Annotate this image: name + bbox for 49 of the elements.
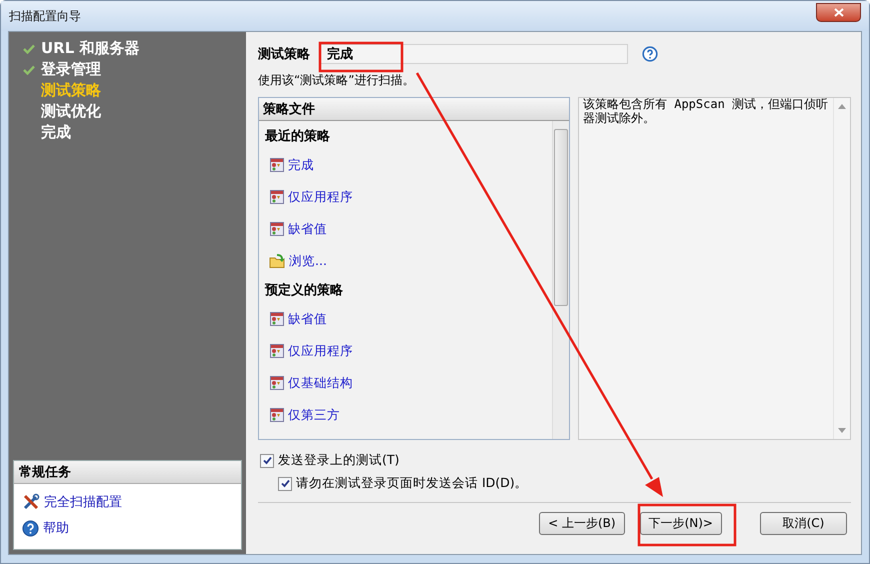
policy-item[interactable]: 仅应用程序 [263, 335, 548, 367]
group-title: 预定义的策略 [264, 282, 344, 300]
document-icon [269, 343, 285, 359]
wizard-button[interactable]: 下一步(N)> [640, 512, 722, 535]
wizard-step: URL 和服务器 [41, 39, 140, 58]
checkbox-label[interactable]: 请勿在测试登录页面时发送会话 ID(D)。 [260, 475, 851, 492]
checkmark-icon [23, 64, 35, 74]
document-icon [269, 221, 285, 237]
window-title: 扫描配置向导 [9, 8, 81, 24]
wizard-step: 完成 [41, 123, 71, 142]
checkbox-label[interactable]: 发送登录上的测试(T) [260, 452, 851, 469]
checkmark-icon [23, 44, 35, 54]
policy-field[interactable]: 完成 [320, 44, 628, 64]
document-icon [269, 311, 285, 327]
hint-text: 使用该“测试策略”进行扫描。 [258, 72, 416, 89]
policy-item[interactable]: 浏览... [263, 245, 548, 277]
policy-item[interactable]: 缺省值 [263, 213, 548, 245]
document-icon [269, 407, 285, 423]
scrollbar[interactable] [552, 121, 569, 439]
wizard-step: 登录管理 [41, 60, 101, 79]
task-link[interactable]: 帮助 [22, 519, 235, 537]
scroll-down-arrow-icon[interactable] [838, 428, 846, 433]
group-title: 最近的策略 [264, 128, 331, 146]
checkbox[interactable] [278, 476, 292, 490]
policy-item[interactable]: 缺省值 [263, 303, 548, 335]
help-icon[interactable] [642, 46, 658, 62]
scroll-up-arrow-icon[interactable] [838, 104, 846, 109]
close-icon [834, 8, 844, 16]
policy-item[interactable]: 仅第三方 [263, 399, 548, 431]
folder-icon [269, 253, 286, 269]
document-icon [269, 189, 285, 205]
wizard-step: 测试优化 [41, 102, 101, 121]
wizard-button[interactable]: 取消(C) [760, 512, 847, 535]
policy-item[interactable]: 完成 [263, 149, 548, 181]
wizard-button[interactable]: < 上一步(B) [539, 512, 625, 535]
policy-item[interactable]: 仅基础结构 [263, 367, 548, 399]
list-header: 策略文件 [259, 98, 569, 121]
wizard-step: 测试策略 [41, 81, 101, 100]
help-icon[interactable] [22, 520, 39, 536]
description-text: 该策略包含所有 AppScan 测试，但端口侦听器测试除外。 [582, 98, 830, 127]
tools-icon [22, 493, 40, 511]
field-label: 测试策略 [258, 46, 310, 63]
document-icon [269, 375, 285, 391]
document-icon [269, 157, 285, 173]
policy-item[interactable]: 仅应用程序 [263, 181, 548, 213]
checkbox[interactable] [260, 454, 274, 468]
task-link[interactable]: 完全扫描配置 [22, 493, 235, 511]
panel-title: 常规任务 [14, 461, 241, 484]
close-button[interactable] [816, 2, 861, 22]
